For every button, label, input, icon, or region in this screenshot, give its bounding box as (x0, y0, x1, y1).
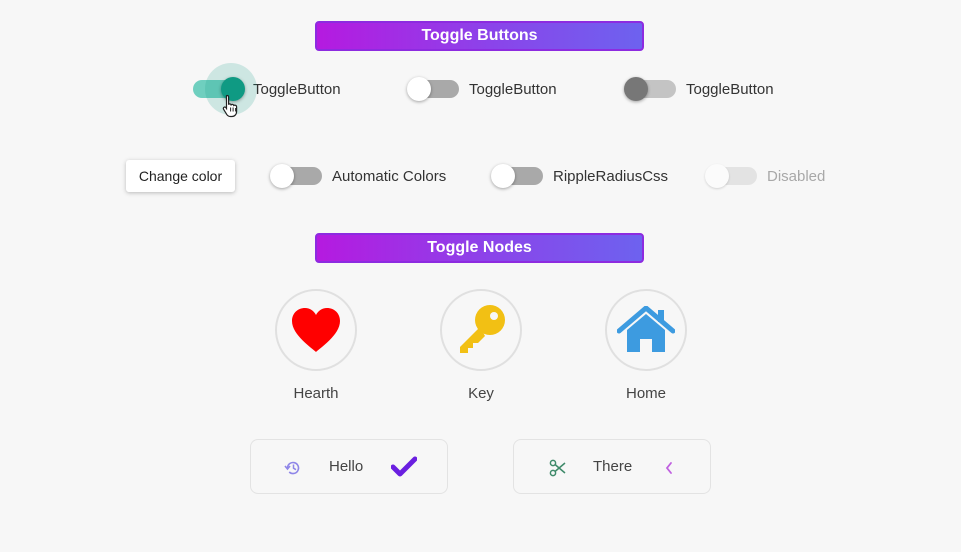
toggle-track[interactable] (407, 77, 459, 101)
toggle-nodes-header: Toggle Nodes (315, 233, 644, 263)
history-icon (284, 461, 300, 475)
toggle-node-home[interactable]: Home (605, 289, 687, 402)
node-circle[interactable] (605, 289, 687, 371)
toggle-track[interactable] (270, 164, 322, 188)
toggle-label: ToggleButton (253, 80, 341, 98)
toggle-label: ToggleButton (686, 80, 774, 98)
pill-label: Hello (329, 458, 364, 475)
toggle-label: Automatic Colors (332, 167, 447, 185)
change-color-button[interactable]: Change color (126, 160, 235, 192)
toggle-button-3[interactable]: ToggleButton (624, 74, 774, 104)
toggle-buttons-header: Toggle Buttons (315, 21, 644, 51)
node-circle[interactable] (440, 289, 522, 371)
toggle-button-1[interactable]: ToggleButton (193, 63, 341, 115)
toggle-track (705, 164, 757, 188)
toggle-thumb[interactable] (270, 164, 294, 188)
toggle-node-hearth[interactable]: Hearth (275, 289, 357, 402)
toggle-label: RippleRadiusCss (553, 167, 669, 185)
there-toggle-pill[interactable]: There (513, 439, 711, 494)
node-circle[interactable] (275, 289, 357, 371)
chevron-left-icon (665, 462, 672, 474)
pill-label: There (593, 458, 633, 475)
key-icon (460, 305, 505, 353)
disabled-toggle: Disabled (705, 161, 826, 191)
toggle-thumb (705, 164, 729, 188)
node-label: Key (468, 385, 494, 402)
toggle-button-2[interactable]: ToggleButton (407, 74, 557, 104)
toggle-label: Disabled (767, 167, 826, 185)
node-label: Hearth (293, 385, 339, 402)
toggle-thumb[interactable] (624, 77, 648, 101)
toggle-node-key[interactable]: Key (440, 289, 522, 402)
toggle-track[interactable] (491, 164, 543, 188)
hello-toggle-pill[interactable]: Hello (250, 439, 448, 494)
heart-icon (292, 308, 340, 352)
check-icon (391, 456, 417, 477)
hand-cursor-icon (222, 94, 238, 118)
automatic-colors-toggle[interactable]: Automatic Colors (270, 161, 447, 191)
scissors-icon (549, 459, 566, 477)
home-icon (617, 306, 675, 352)
ripple-radius-toggle[interactable]: RippleRadiusCss (491, 161, 669, 191)
toggle-thumb[interactable] (407, 77, 431, 101)
node-label: Home (625, 385, 666, 402)
toggle-thumb[interactable] (491, 164, 515, 188)
toggle-label: ToggleButton (469, 80, 557, 98)
toggle-track[interactable] (624, 77, 676, 101)
